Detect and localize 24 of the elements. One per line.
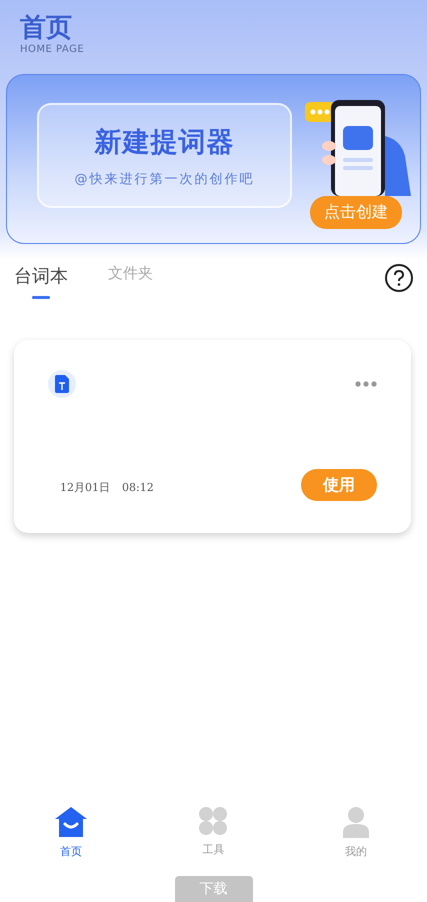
help-button[interactable] [385, 264, 413, 292]
more-icon[interactable] [355, 381, 377, 387]
clover-icon [198, 806, 228, 836]
script-card[interactable]: 12月01日 08:12 使用 [14, 340, 411, 533]
download-button[interactable]: 下载 [174, 876, 252, 902]
script-time: 08:12 [122, 480, 154, 494]
create-banner[interactable]: 新建提词器 @快来进行第一次的创作吧 点击创建 [6, 74, 421, 244]
create-button[interactable]: 点击创建 [310, 196, 402, 229]
nav-tab[interactable]: 工具 [142, 806, 285, 876]
question-mark-icon [393, 270, 405, 286]
document-icon [48, 370, 76, 398]
tab-indicator [32, 296, 50, 299]
page-title: 首页 [20, 12, 73, 44]
banner-title: 新建提词器 [94, 126, 234, 160]
use-button[interactable]: 使用 [301, 469, 377, 501]
page-subtitle: HOME PAGE [20, 44, 86, 55]
banner-subtitle: @快来进行第一次的创作吧 [74, 170, 254, 188]
nav-tab[interactable]: 首页 [0, 806, 142, 876]
script-date: 12月01日 [60, 480, 110, 494]
tab[interactable]: 文件夹 [108, 264, 153, 283]
person-icon [342, 806, 369, 838]
house-icon [54, 806, 88, 838]
tab[interactable]: 台词本 [14, 264, 68, 299]
nav-tab[interactable]: 我的 [284, 806, 427, 876]
